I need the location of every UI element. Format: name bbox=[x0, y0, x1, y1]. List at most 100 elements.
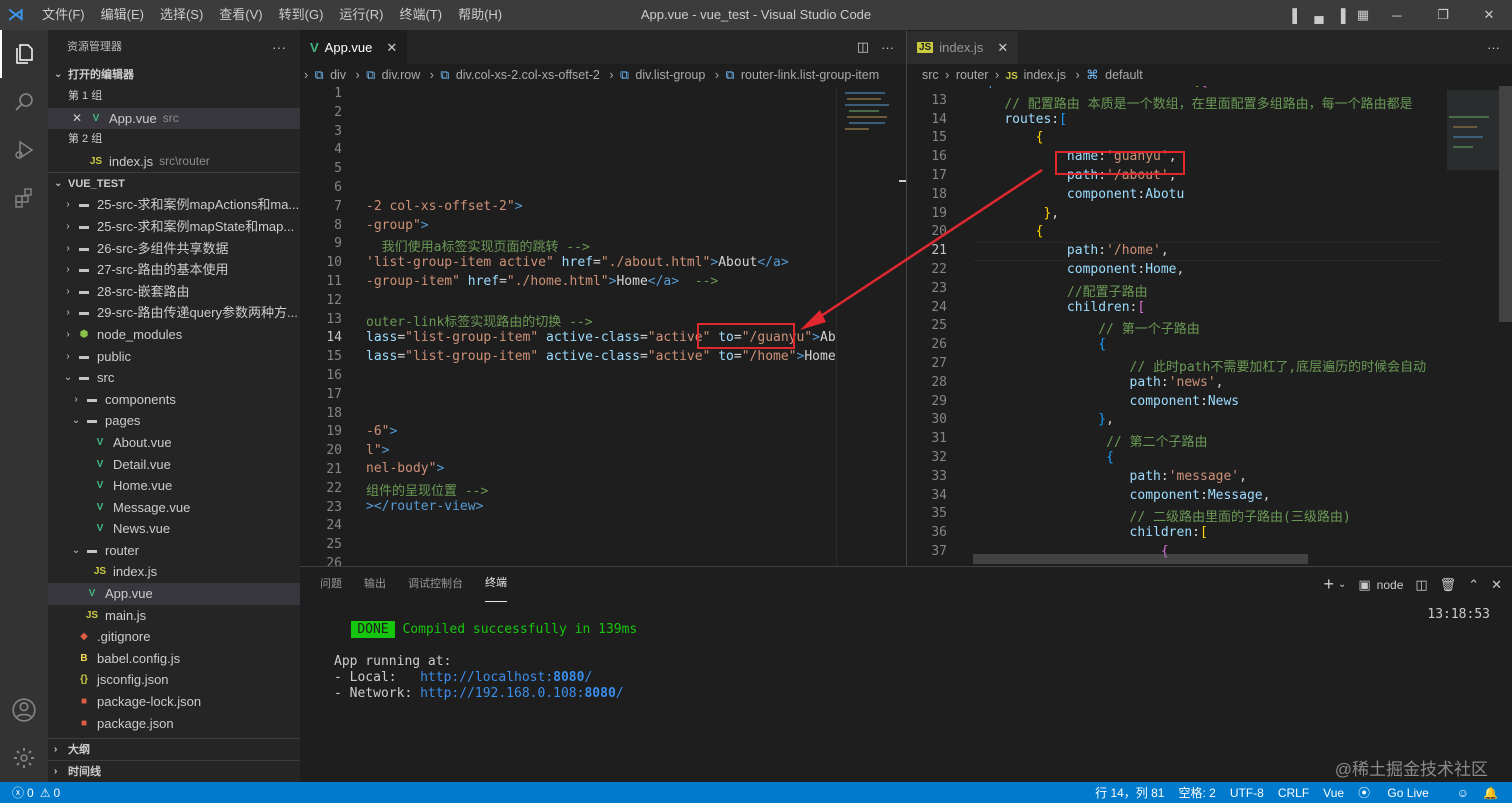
tree-item[interactable]: ◆ .gitignore bbox=[48, 626, 300, 648]
tree-item[interactable]: ■ package.json bbox=[48, 713, 300, 735]
open-editors-header[interactable]: ⌄ 打开的编辑器 bbox=[48, 64, 300, 86]
network-url[interactable]: http://192.168.0.108: bbox=[420, 686, 584, 701]
tree-item[interactable]: ⌄ ▬ router bbox=[48, 540, 300, 562]
menu-terminal[interactable]: 终端(T) bbox=[391, 0, 450, 30]
breadcrumb-item[interactable]: router bbox=[956, 68, 989, 82]
tree-item[interactable]: V App.vue bbox=[48, 583, 300, 605]
indentation[interactable]: 空格: 2 bbox=[1178, 784, 1215, 801]
customize-layout-icon[interactable]: ▦ bbox=[1352, 0, 1374, 30]
maximize-panel-icon[interactable]: ⌃ bbox=[1468, 577, 1479, 593]
language-mode[interactable]: Vue bbox=[1323, 786, 1344, 800]
close-icon[interactable]: ✕ bbox=[997, 40, 1008, 56]
toggle-panel-icon[interactable]: ▄ bbox=[1308, 0, 1330, 30]
account-icon[interactable]: ☺ bbox=[1457, 786, 1469, 800]
tree-item[interactable]: V News.vue bbox=[48, 518, 300, 540]
close-icon[interactable]: ✕ bbox=[1491, 577, 1502, 593]
close-window-button[interactable]: ✕ bbox=[1466, 0, 1512, 30]
tree-item[interactable]: ⌄ ▬ pages bbox=[48, 410, 300, 432]
tab-problems[interactable]: 问题 bbox=[320, 567, 342, 602]
split-terminal-icon[interactable]: ◫ bbox=[1415, 577, 1427, 593]
tree-item[interactable]: ⌄ ▬ src bbox=[48, 367, 300, 389]
tab-debug-console[interactable]: 调试控制台 bbox=[408, 567, 463, 602]
tree-item[interactable]: Bbabel.config.js bbox=[48, 648, 300, 670]
outline-header[interactable]: › 大纲 bbox=[48, 738, 300, 760]
tree-item[interactable]: › ▬ 29-src-路由传递query参数两种方... bbox=[48, 302, 300, 324]
tab-terminal[interactable]: 终端 bbox=[485, 567, 507, 602]
menu-run[interactable]: 运行(R) bbox=[331, 0, 391, 30]
code-area[interactable]: export default new VueRouter({ // 配置路由 本… bbox=[973, 86, 1443, 566]
breadcrumb-item[interactable]: ⧉ router-link.list-group-item bbox=[725, 68, 882, 82]
toggle-sidebar-icon[interactable]: ▌ bbox=[1286, 0, 1308, 30]
breadcrumb-item[interactable]: JS index.js bbox=[1006, 68, 1069, 82]
settings-gear-icon[interactable] bbox=[0, 734, 48, 782]
breadcrumb-item[interactable]: ⧉ div bbox=[315, 68, 349, 82]
new-terminal-icon[interactable]: + bbox=[1323, 574, 1334, 595]
tree-item[interactable]: › ▬ 28-src-嵌套路由 bbox=[48, 281, 300, 303]
run-debug-icon[interactable] bbox=[0, 126, 48, 174]
error-count[interactable]: 0 bbox=[27, 786, 34, 800]
tree-item[interactable]: › ▬ 26-src-多组件共享数据 bbox=[48, 238, 300, 260]
encoding[interactable]: UTF-8 bbox=[1230, 786, 1264, 800]
terminal-name[interactable]: node bbox=[1377, 578, 1404, 592]
warning-icon[interactable]: ⚠ bbox=[40, 786, 51, 800]
right-code-editor[interactable]: 12 13 14 15 16 17 18 19 20 21 22 23 24 25 26 27 28 29 30 31… bbox=[906, 86, 1512, 566]
menu-help[interactable]: 帮助(H) bbox=[450, 0, 510, 30]
tree-item[interactable]: ■ package-lock.json bbox=[48, 691, 300, 713]
line-ending[interactable]: CRLF bbox=[1278, 786, 1309, 800]
tree-item[interactable]: › ▬ components bbox=[48, 389, 300, 411]
tree-item[interactable]: › ⬢ node_modules bbox=[48, 324, 300, 346]
tree-item[interactable]: V Home.vue bbox=[48, 475, 300, 497]
tree-item[interactable]: › ▬ 27-src-路由的基本使用 bbox=[48, 259, 300, 281]
local-url[interactable]: http://localhost: bbox=[420, 670, 553, 685]
tree-item[interactable]: › ▬ 25-src-求和案例mapActions和ma... bbox=[48, 194, 300, 216]
menu-selection[interactable]: 选择(S) bbox=[152, 0, 211, 30]
breadcrumb-item[interactable]: ⌘ default bbox=[1086, 68, 1146, 82]
trash-icon[interactable]: 🗑 bbox=[1440, 577, 1457, 593]
tree-item[interactable]: V About.vue bbox=[48, 432, 300, 454]
tab-app-vue[interactable]: V App.vue ✕ bbox=[300, 30, 408, 64]
menu-edit[interactable]: 编辑(E) bbox=[93, 0, 152, 30]
split-editor-icon[interactable]: ◫ bbox=[857, 39, 869, 55]
vertical-scrollbar[interactable] bbox=[1499, 86, 1512, 322]
tab-index-js[interactable]: JS index.js ✕ bbox=[907, 30, 1019, 64]
tree-item[interactable]: › ▬ public bbox=[48, 346, 300, 368]
tree-item[interactable]: › ▬ 25-src-求和案例mapState和map... bbox=[48, 216, 300, 238]
breadcrumb-item[interactable]: ⧉ div.row bbox=[366, 68, 423, 82]
open-editor-index-js[interactable]: JS index.js src\router bbox=[48, 151, 300, 173]
toggle-secondary-sidebar-icon[interactable]: ▐ bbox=[1330, 0, 1352, 30]
close-icon[interactable]: ✕ bbox=[72, 108, 88, 130]
files-icon[interactable] bbox=[0, 30, 48, 78]
breadcrumb-item[interactable]: ⧉ div.list-group bbox=[620, 68, 708, 82]
tree-item[interactable]: {} jsconfig.json bbox=[48, 669, 300, 691]
more-actions-icon[interactable]: ··· bbox=[1487, 40, 1500, 55]
horizontal-scrollbar[interactable] bbox=[973, 554, 1308, 564]
tab-output[interactable]: 输出 bbox=[364, 567, 386, 602]
breadcrumb-item[interactable]: src bbox=[922, 68, 939, 82]
project-header[interactable]: ⌄ VUE_TEST bbox=[48, 172, 300, 194]
warning-count[interactable]: 0 bbox=[53, 786, 60, 800]
minimap[interactable] bbox=[836, 86, 906, 566]
local-port[interactable]: 8080 bbox=[553, 670, 584, 685]
extensions-icon[interactable] bbox=[0, 174, 48, 222]
breadcrumb-item[interactable]: ⧉ div.col-xs-2.col-xs-offset-2 bbox=[440, 68, 602, 82]
search-icon[interactable] bbox=[0, 78, 48, 126]
bell-icon[interactable]: 🔔 bbox=[1483, 786, 1498, 800]
menu-go[interactable]: 转到(G) bbox=[271, 0, 332, 30]
open-editor-app-vue[interactable]: ✕ V App.vue src bbox=[48, 107, 300, 130]
network-port[interactable]: 8080 bbox=[584, 686, 615, 701]
menu-file[interactable]: 文件(F) bbox=[34, 0, 93, 30]
cursor-position[interactable]: 行 14，列 81 bbox=[1095, 784, 1164, 801]
menu-view[interactable]: 查看(V) bbox=[211, 0, 270, 30]
errors-icon[interactable]: ⓧ bbox=[12, 784, 24, 801]
tree-item[interactable]: V Message.vue bbox=[48, 497, 300, 519]
more-actions-icon[interactable]: ··· bbox=[272, 30, 286, 64]
tree-item[interactable]: V Detail.vue bbox=[48, 454, 300, 476]
account-icon[interactable] bbox=[0, 686, 48, 734]
timeline-header[interactable]: › 时间线 bbox=[48, 760, 300, 782]
chevron-down-icon[interactable]: ⌄ bbox=[1338, 579, 1346, 590]
close-icon[interactable]: ✕ bbox=[386, 40, 397, 56]
go-live-button[interactable]: ⦿ Go Live bbox=[1358, 784, 1443, 801]
more-actions-icon[interactable]: ··· bbox=[881, 40, 894, 55]
left-code-editor[interactable]: 1 2 3 4 5 6 7 8 9 10 11 12 13 14 15 16 17 18 19 20 21 22 23 24 2… bbox=[300, 86, 906, 566]
restore-button[interactable]: ❐ bbox=[1420, 0, 1466, 30]
